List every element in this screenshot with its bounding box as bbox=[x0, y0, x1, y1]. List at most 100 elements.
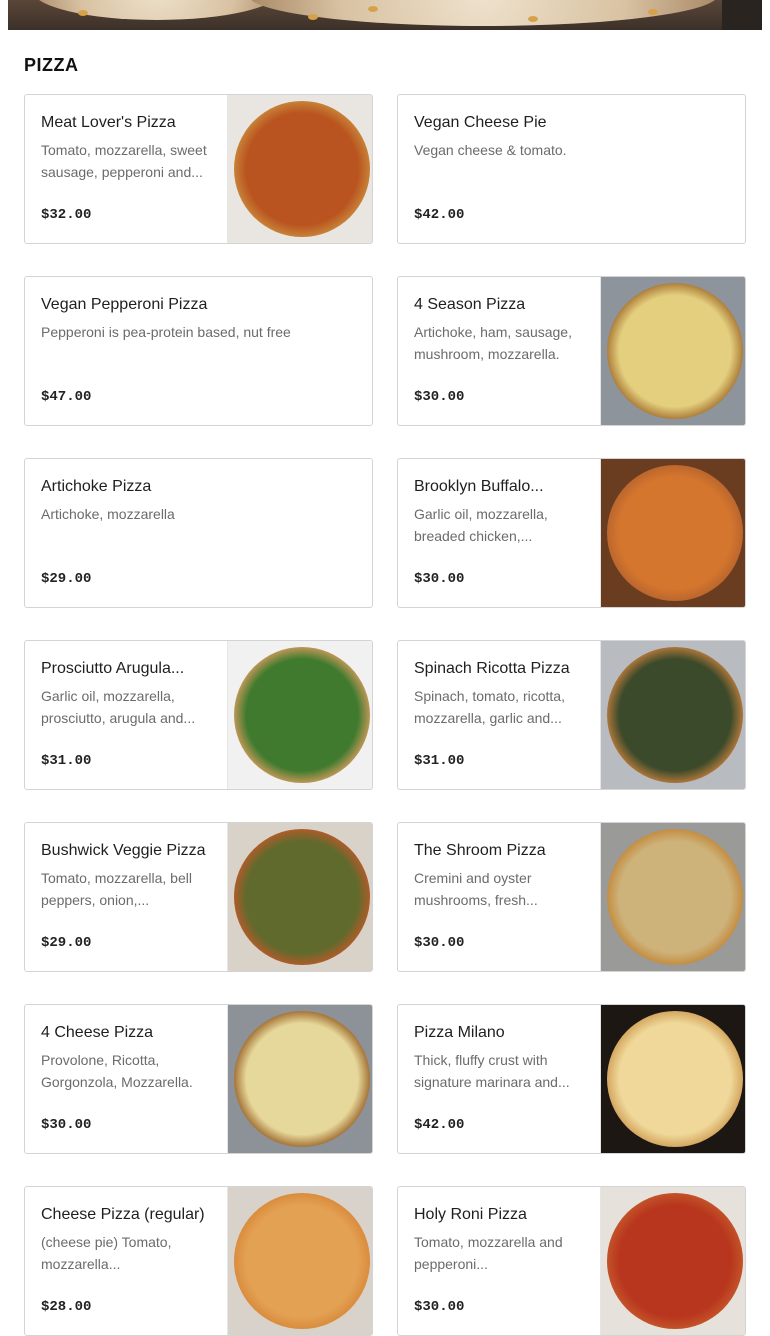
menu-item-price: $47.00 bbox=[41, 389, 92, 405]
menu-item-price: $32.00 bbox=[41, 207, 92, 223]
menu-item-description: Spinach, tomato, ricotta, mozzarella, ga… bbox=[414, 688, 565, 726]
buffalo-pizza-image bbox=[607, 465, 743, 601]
spinach-pizza-image bbox=[607, 647, 743, 783]
menu-item-text: Vegan Pepperoni Pizza Pepperoni is pea-pr… bbox=[41, 295, 356, 343]
topping-decor bbox=[78, 10, 88, 16]
menu-item-text: Prosciutto Arugula... Garlic oil, mozzare… bbox=[41, 659, 212, 729]
menu-item-name: Spinach Ricotta Pizza bbox=[414, 660, 570, 677]
menu-item-text: Pizza Milano Thick, fluffy crust with sig… bbox=[414, 1023, 585, 1093]
menu-item-name: Brooklyn Buffalo... bbox=[414, 478, 544, 495]
menu-item-text: Brooklyn Buffalo... Garlic oil, mozzarell… bbox=[414, 477, 585, 547]
menu-item-name: 4 Cheese Pizza bbox=[41, 1024, 154, 1041]
menu-item-description: Pepperoni is pea-protein based, nut free bbox=[41, 324, 291, 340]
menu-item-price: $42.00 bbox=[414, 1117, 465, 1133]
menu-item-image bbox=[600, 823, 745, 971]
menu-item-price: $31.00 bbox=[41, 753, 92, 769]
topping-decor bbox=[648, 9, 658, 15]
menu-item-card[interactable]: The Shroom Pizza Cremini and oyster mushr… bbox=[397, 822, 746, 972]
veggie-pizza-image bbox=[234, 829, 370, 965]
menu-item-name: The Shroom Pizza bbox=[414, 842, 546, 859]
topping-decor bbox=[308, 14, 318, 20]
menu-item-price: $31.00 bbox=[414, 753, 465, 769]
menu-item-description: Artichoke, mozzarella bbox=[41, 506, 175, 522]
menu-item-card[interactable]: Holy Roni Pizza Tomato, mozzarella and pe… bbox=[397, 1186, 746, 1336]
four-cheese-pizza-image bbox=[234, 1011, 370, 1147]
menu-item-description: Provolone, Ricotta, Gorgonzola, Mozzarel… bbox=[41, 1052, 193, 1090]
menu-item-name: Vegan Pepperoni Pizza bbox=[41, 296, 208, 313]
banner-shadow bbox=[722, 0, 762, 30]
menu-item-price: $28.00 bbox=[41, 1299, 92, 1315]
menu-item-text: Spinach Ricotta Pizza Spinach, tomato, ri… bbox=[414, 659, 585, 729]
menu-item-name: Vegan Cheese Pie bbox=[414, 114, 547, 131]
topping-decor bbox=[368, 6, 378, 12]
menu-item-image bbox=[600, 1187, 745, 1335]
menu-item-image bbox=[227, 1005, 372, 1153]
pizza-crust-decor bbox=[32, 0, 282, 20]
menu-item-text: 4 Season Pizza Artichoke, ham, sausage, m… bbox=[414, 295, 585, 365]
pepperoni-pizza-image bbox=[607, 1193, 743, 1329]
menu-item-description: (cheese pie) Tomato, mozzarella... bbox=[41, 1234, 172, 1272]
menu-item-name: Meat Lover's Pizza bbox=[41, 114, 176, 131]
menu-item-image bbox=[600, 641, 745, 789]
menu-item-card[interactable]: Pizza Milano Thick, fluffy crust with sig… bbox=[397, 1004, 746, 1154]
menu-item-image bbox=[227, 823, 372, 971]
menu-item-card[interactable]: Brooklyn Buffalo... Garlic oil, mozzarell… bbox=[397, 458, 746, 608]
menu-item-description: Cremini and oyster mushrooms, fresh... bbox=[414, 870, 538, 908]
menu-item-image bbox=[600, 277, 745, 425]
menu-item-name: 4 Season Pizza bbox=[414, 296, 526, 313]
menu-item-text: Holy Roni Pizza Tomato, mozzarella and pe… bbox=[414, 1205, 585, 1275]
menu-item-price: $30.00 bbox=[414, 1299, 465, 1315]
pizza-banner-image bbox=[8, 0, 762, 30]
menu-item-name: Prosciutto Arugula... bbox=[41, 660, 185, 677]
menu-item-card[interactable]: Meat Lover's Pizza Tomato, mozzarella, sw… bbox=[24, 94, 373, 244]
shroom-pizza-image bbox=[607, 829, 743, 965]
menu-item-card[interactable]: Bushwick Veggie Pizza Tomato, mozzarella,… bbox=[24, 822, 373, 972]
menu-item-card[interactable]: 4 Season Pizza Artichoke, ham, sausage, m… bbox=[397, 276, 746, 426]
menu-item-price: $30.00 bbox=[414, 389, 465, 405]
menu-item-card[interactable]: Prosciutto Arugula... Garlic oil, mozzare… bbox=[24, 640, 373, 790]
menu-item-description: Thick, fluffy crust with signature marin… bbox=[414, 1052, 570, 1090]
topping-decor bbox=[528, 16, 538, 22]
menu-item-description: Garlic oil, mozzarella, breaded chicken,… bbox=[414, 506, 548, 544]
menu-item-text: 4 Cheese Pizza Provolone, Ricotta, Gorgon… bbox=[41, 1023, 212, 1093]
milano-pizza-image bbox=[607, 1011, 743, 1147]
menu-item-text: Artichoke Pizza Artichoke, mozzarella bbox=[41, 477, 356, 525]
section-title: PIZZA bbox=[24, 55, 79, 75]
menu-item-name: Pizza Milano bbox=[414, 1024, 505, 1041]
prosciutto-pizza-image bbox=[234, 647, 370, 783]
menu-item-image bbox=[227, 1187, 372, 1335]
four-season-pizza-image bbox=[607, 283, 743, 419]
menu-item-description: Vegan cheese & tomato. bbox=[414, 142, 567, 158]
menu-item-image bbox=[600, 459, 745, 607]
menu-item-image bbox=[600, 1005, 745, 1153]
menu-item-image bbox=[227, 95, 372, 243]
cheese-pizza-image bbox=[234, 1193, 370, 1329]
menu-item-description: Artichoke, ham, sausage, mushroom, mozza… bbox=[414, 324, 572, 362]
menu-item-description: Tomato, mozzarella and pepperoni... bbox=[414, 1234, 563, 1272]
menu-item-price: $30.00 bbox=[41, 1117, 92, 1133]
menu-item-price: $29.00 bbox=[41, 935, 92, 951]
menu-item-description: Tomato, mozzarella, bell peppers, onion,… bbox=[41, 870, 192, 908]
menu-item-price: $30.00 bbox=[414, 571, 465, 587]
menu-item-text: Vegan Cheese Pie Vegan cheese & tomato. bbox=[414, 113, 729, 161]
menu-item-name: Cheese Pizza (regular) bbox=[41, 1206, 205, 1223]
menu-item-price: $29.00 bbox=[41, 571, 92, 587]
menu-item-text: Bushwick Veggie Pizza Tomato, mozzarella,… bbox=[41, 841, 212, 911]
menu-item-price: $42.00 bbox=[414, 207, 465, 223]
menu-item-name: Holy Roni Pizza bbox=[414, 1206, 527, 1223]
menu-item-price: $30.00 bbox=[414, 935, 465, 951]
menu-item-text: Cheese Pizza (regular) (cheese pie) Tomat… bbox=[41, 1205, 212, 1275]
menu-item-card[interactable]: Spinach Ricotta Pizza Spinach, tomato, ri… bbox=[397, 640, 746, 790]
menu-item-image bbox=[227, 641, 372, 789]
menu-item-card[interactable]: Artichoke Pizza Artichoke, mozzarella $29.… bbox=[24, 458, 373, 608]
menu-item-description: Garlic oil, mozzarella, prosciutto, arug… bbox=[41, 688, 196, 726]
menu-item-description: Tomato, mozzarella, sweet sausage, peppe… bbox=[41, 142, 207, 180]
menu-item-name: Bushwick Veggie Pizza bbox=[41, 842, 206, 859]
menu-item-card[interactable]: 4 Cheese Pizza Provolone, Ricotta, Gorgon… bbox=[24, 1004, 373, 1154]
menu-item-text: Meat Lover's Pizza Tomato, mozzarella, sw… bbox=[41, 113, 212, 183]
menu-item-card[interactable]: Vegan Cheese Pie Vegan cheese & tomato. $4… bbox=[397, 94, 746, 244]
menu-item-card[interactable]: Cheese Pizza (regular) (cheese pie) Tomat… bbox=[24, 1186, 373, 1336]
menu-item-name: Artichoke Pizza bbox=[41, 478, 152, 495]
menu-item-text: The Shroom Pizza Cremini and oyster mushr… bbox=[414, 841, 585, 911]
menu-item-card[interactable]: Vegan Pepperoni Pizza Pepperoni is pea-pr… bbox=[24, 276, 373, 426]
